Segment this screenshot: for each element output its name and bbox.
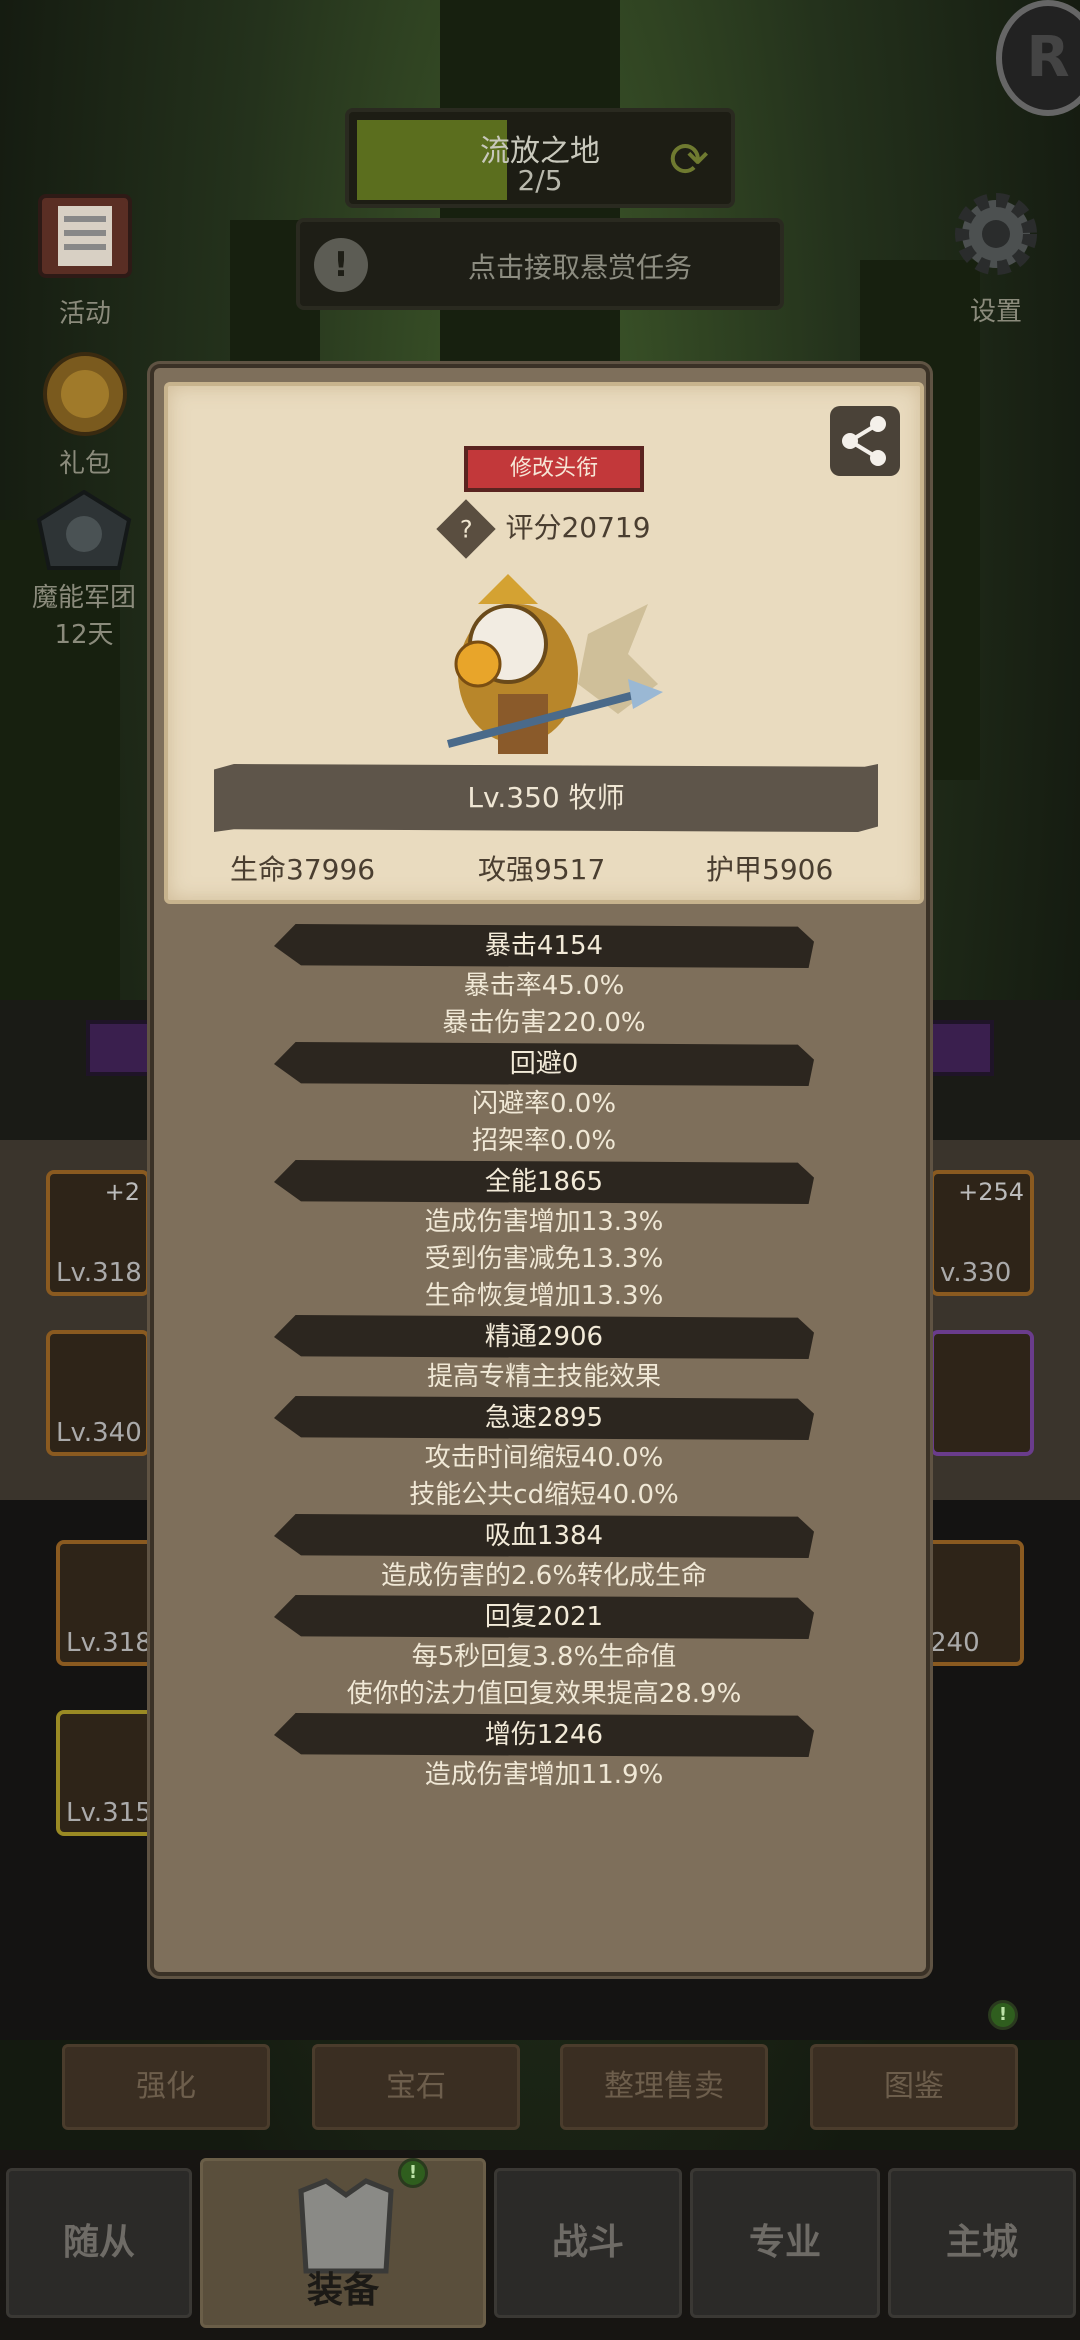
stat-detail: 提高专精主技能效果 bbox=[426, 1362, 661, 1392]
slot-level: 240 bbox=[930, 1628, 980, 1658]
nav-main-city[interactable]: 主城 bbox=[888, 2168, 1076, 2318]
share-button[interactable] bbox=[830, 406, 900, 476]
stat-detail: 造成伤害的2.6%转化成生命 bbox=[380, 1561, 708, 1591]
profile-dialog: 修改头衔 ? 评分20719 Lv.350 牧师 生命37996 攻强9517 护… bbox=[150, 364, 930, 1976]
stat-header: 回避0 bbox=[274, 1042, 814, 1086]
stat-header: 暴击4154 bbox=[274, 924, 814, 968]
legion-icon bbox=[36, 489, 132, 570]
slot-level: Lv.318 bbox=[56, 1258, 142, 1288]
bag-slot: Lv.318 bbox=[56, 1540, 160, 1666]
legion-label: 魔能军团 bbox=[31, 583, 136, 613]
base-stats: 生命37996 攻强9517 护甲5906 bbox=[168, 848, 928, 888]
gear-icon bbox=[955, 193, 1037, 275]
secondary-stats-list: 暴击4154 暴击率45.0% 暴击伤害220.0% 回避0 闪避率0.0% 招架率0.0… bbox=[154, 924, 934, 1794]
settings-label: 设置 bbox=[969, 297, 1022, 327]
gift-label: 礼包 bbox=[58, 449, 111, 479]
stat-detail: 受到伤害减免13.3% bbox=[424, 1244, 664, 1274]
equip-slot bbox=[930, 1330, 1034, 1456]
bag-slot: 240 bbox=[920, 1540, 1024, 1666]
refresh-icon[interactable]: ⟳ bbox=[661, 132, 717, 188]
level-class-banner: Lv.350 牧师 bbox=[214, 764, 878, 832]
profile-card: 修改头衔 ? 评分20719 Lv.350 牧师 生命37996 攻强9517 护… bbox=[164, 382, 924, 904]
stat-detail: 暴击伤害220.0% bbox=[442, 1008, 646, 1038]
help-icon[interactable]: ? bbox=[436, 499, 497, 559]
slot-level: Lv.340 bbox=[56, 1418, 142, 1448]
legion-days: 12天 bbox=[54, 620, 114, 650]
alert-icon: ! bbox=[314, 238, 368, 292]
gift-icon bbox=[43, 352, 127, 436]
attack-stat: 攻强9517 bbox=[478, 853, 606, 886]
stat-detail: 生命恢复增加13.3% bbox=[424, 1281, 664, 1311]
stat-detail: 暴击率45.0% bbox=[463, 971, 625, 1001]
stat-header: 吸血1384 bbox=[274, 1514, 814, 1558]
stat-header: 急速2895 bbox=[274, 1396, 814, 1440]
zone-progress-bar[interactable]: 流放之地 2/5 ⟳ bbox=[345, 108, 735, 208]
bounty-task-text: 点击接取悬赏任务 bbox=[467, 251, 692, 284]
calendar-icon bbox=[38, 194, 132, 278]
codex-tab[interactable]: 图鉴 bbox=[810, 2044, 1018, 2130]
armor-stat: 护甲5906 bbox=[706, 853, 834, 886]
score-value: 评分20719 bbox=[505, 511, 651, 544]
stat-detail: 造成伤害增加13.3% bbox=[424, 1207, 664, 1237]
settings-button[interactable]: 设置 bbox=[934, 184, 1058, 328]
stat-detail: 技能公共cd缩短40.0% bbox=[409, 1480, 679, 1510]
equip-slot: +2 Lv.318 bbox=[46, 1170, 150, 1296]
nav-battle[interactable]: 战斗 bbox=[494, 2168, 682, 2318]
bounty-task-bar[interactable]: ! 点击接取悬赏任务 bbox=[296, 218, 784, 310]
slot-plus: +2 bbox=[104, 1178, 140, 1206]
hp-stat: 生命37996 bbox=[230, 853, 376, 886]
slot-plus: +254 bbox=[958, 1178, 1024, 1206]
stat-header: 精通2906 bbox=[274, 1315, 814, 1359]
enhance-tab[interactable]: 强化 bbox=[62, 2044, 270, 2130]
stat-header: 回复2021 bbox=[274, 1595, 814, 1639]
stat-header: 增伤1246 bbox=[274, 1713, 814, 1757]
notification-badge: ! bbox=[988, 2000, 1018, 2030]
hero-avatar bbox=[446, 574, 663, 754]
stat-detail: 造成伤害增加11.9% bbox=[424, 1760, 664, 1790]
legion-button[interactable]: 魔能军团 12天 bbox=[14, 489, 154, 651]
share-icon bbox=[842, 416, 886, 466]
equip-slot: +254 v.330 bbox=[930, 1170, 1034, 1296]
stat-header: 全能1865 bbox=[274, 1160, 814, 1204]
help-glyph: ? bbox=[460, 515, 473, 543]
sort-sell-tab[interactable]: 整理售卖 bbox=[560, 2044, 768, 2130]
nav-equipment-label: 装备 bbox=[306, 2270, 379, 2311]
slot-level: v.330 bbox=[940, 1258, 1012, 1288]
nav-equipment[interactable]: 装备 bbox=[200, 2158, 486, 2328]
stat-detail: 每5秒回复3.8%生命值 bbox=[411, 1642, 677, 1672]
stat-detail: 使你的法力值回复效果提高28.9% bbox=[346, 1679, 742, 1709]
activity-button[interactable]: 活动 bbox=[20, 186, 150, 330]
slot-level: Lv.318 bbox=[66, 1628, 152, 1658]
nav-profession[interactable]: 专业 bbox=[690, 2168, 880, 2318]
edit-title-button[interactable]: 修改头衔 bbox=[464, 446, 644, 492]
bag-slot: Lv.315 bbox=[56, 1710, 160, 1836]
bottom-nav: 随从 装备 战斗 专业 主城 bbox=[0, 2150, 1080, 2340]
stat-detail: 招架率0.0% bbox=[471, 1126, 617, 1156]
stat-detail: 闪避率0.0% bbox=[471, 1089, 617, 1119]
stat-detail: 攻击时间缩短40.0% bbox=[424, 1443, 664, 1473]
slot-level: Lv.315 bbox=[66, 1798, 152, 1828]
activity-label: 活动 bbox=[58, 299, 111, 329]
gem-tab[interactable]: 宝石 bbox=[312, 2044, 520, 2130]
gift-button[interactable]: 礼包 bbox=[20, 346, 150, 480]
notification-badge: ! bbox=[398, 2158, 428, 2188]
score-row: ? 评分20719 bbox=[168, 499, 928, 559]
equip-slot: Lv.340 bbox=[46, 1330, 150, 1456]
nav-followers[interactable]: 随从 bbox=[6, 2168, 192, 2318]
